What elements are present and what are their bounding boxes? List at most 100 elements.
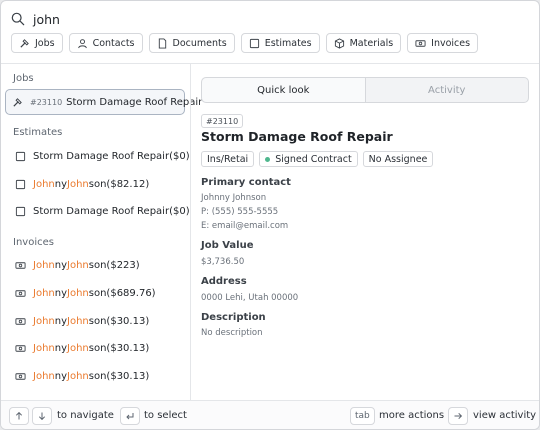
filter-materials[interactable]: Materials [325, 33, 402, 53]
match-highlight: John [33, 259, 55, 271]
filter-label: Estimates [264, 37, 312, 49]
command-palette: john Jobs Contacts Documents Estimates M… [0, 0, 540, 430]
filter-estimates[interactable]: Estimates [240, 33, 320, 53]
enter-icon [126, 413, 134, 420]
key-right [448, 407, 468, 425]
job-tags: Ins/Retai Signed Contract No Assignee [201, 151, 434, 167]
invoice-label: ny [54, 370, 68, 382]
bill-icon [15, 317, 26, 325]
contact-phone[interactable]: P: (555) 555-5555 [201, 207, 278, 217]
checkbox-icon [15, 206, 26, 216]
tag-assignee: No Assignee [362, 151, 434, 167]
results-list: Jobs #23110 Storm Damage Roof Repair Est… [1, 64, 202, 400]
tag-type: Ins/Retai [201, 151, 255, 167]
key-down [32, 407, 52, 425]
box-icon [334, 37, 344, 49]
key-enter [120, 407, 140, 425]
invoice-result[interactable]: John ny John son($30.13) [9, 337, 185, 359]
search-bar[interactable]: john [11, 9, 60, 29]
invoice-result[interactable]: John ny John son($689.76) [9, 282, 185, 304]
key-tab: tab [350, 407, 375, 425]
tag-label: Signed Contract [275, 153, 352, 165]
tab-quick-look[interactable]: Quick look [202, 78, 366, 102]
checkbox-icon [15, 179, 26, 189]
filter-label: Documents [172, 37, 227, 49]
hammer-icon [20, 38, 29, 48]
filter-label: Invoices [431, 37, 471, 49]
bill-icon [15, 261, 26, 269]
match-highlight: John [33, 342, 55, 354]
job-value: $3,736.50 [201, 257, 245, 267]
key-up [9, 407, 29, 425]
divider [190, 64, 191, 400]
tag-label: Ins/Retai [207, 153, 249, 165]
filter-jobs[interactable]: Jobs [11, 33, 63, 53]
select-hint: to select [144, 410, 187, 421]
detail-title: Storm Damage Roof Repair [201, 129, 393, 144]
invoice-label: ny [54, 342, 68, 354]
checkbox-icon [15, 151, 26, 161]
filter-label: Contacts [92, 37, 135, 49]
description-value: No description [201, 328, 263, 338]
detail-tabs: Quick look Activity [201, 77, 529, 103]
invoice-label: son($223) [88, 259, 140, 271]
filter-bar: Jobs Contacts Documents Estimates Materi… [11, 33, 479, 53]
estimate-result[interactable]: Storm Damage Roof Repair($0) [9, 145, 190, 167]
checkbox-icon [249, 38, 259, 48]
invoice-label: ny [54, 259, 68, 271]
arrow-right-icon [454, 412, 463, 420]
match-highlight: John [67, 287, 89, 299]
tag-label: No Assignee [368, 153, 428, 165]
bill-icon [15, 289, 26, 297]
primary-contact-label: Primary contact [201, 177, 291, 188]
search-icon [11, 12, 25, 26]
invoice-label: son($30.13) [88, 342, 150, 354]
job-title: Storm Damage Roof Repair [66, 96, 203, 108]
estimate-label: ny [54, 178, 68, 190]
invoice-result[interactable]: John ny John son($223) [9, 254, 185, 276]
job-value-label: Job Value [201, 240, 254, 251]
address-label: Address [201, 276, 247, 287]
estimate-label: Storm Damage Roof Repair($0) [33, 205, 190, 217]
arrow-down-icon [38, 412, 46, 421]
section-heading-invoices: Invoices [13, 237, 54, 248]
status-dot [265, 156, 271, 162]
match-highlight: John [33, 178, 55, 190]
navigate-hint: to navigate [57, 410, 114, 421]
match-highlight: John [67, 178, 89, 190]
filter-label: Materials [349, 37, 394, 49]
contact-email[interactable]: E: email@email.com [201, 221, 288, 231]
estimate-result[interactable]: John ny John son($82.12) [9, 173, 185, 195]
filter-documents[interactable]: Documents [148, 33, 235, 53]
invoice-label: ny [54, 315, 68, 327]
address-value: 0000 Lehi, Utah 00000 [201, 293, 299, 303]
filter-label: Jobs [35, 37, 55, 49]
hammer-icon [13, 97, 22, 107]
search-input[interactable]: john [33, 12, 60, 27]
match-highlight: John [67, 370, 89, 382]
invoice-result[interactable]: John ny John son($30.13) [9, 310, 185, 332]
estimate-label: son($82.12) [88, 178, 150, 190]
filter-invoices[interactable]: Invoices [407, 33, 479, 53]
estimate-result[interactable]: Storm Damage Roof Repair($0) [9, 200, 190, 222]
match-highlight: John [33, 370, 55, 382]
person-icon [77, 38, 87, 48]
match-highlight: John [67, 315, 89, 327]
section-heading-jobs: Jobs [13, 73, 34, 84]
invoice-label: son($30.13) [88, 370, 150, 382]
bill-icon [15, 372, 26, 380]
match-highlight: John [33, 315, 55, 327]
shortcut-footer: to navigate to select tab more actions v… [1, 400, 539, 429]
more-actions-hint: more actions [379, 410, 445, 421]
invoice-result[interactable]: John ny John son($30.13) [9, 365, 185, 387]
bill-icon [415, 39, 426, 47]
invoice-label: ny [54, 287, 68, 299]
bill-icon [15, 344, 26, 352]
invoice-label: son($689.76) [88, 287, 156, 299]
tab-activity[interactable]: Activity [366, 78, 529, 102]
job-result-selected[interactable]: #23110 Storm Damage Roof Repair [5, 89, 202, 115]
filter-contacts[interactable]: Contacts [68, 33, 143, 53]
match-highlight: John [33, 287, 55, 299]
section-heading-estimates: Estimates [13, 127, 63, 138]
estimate-label: Storm Damage Roof Repair($0) [33, 150, 190, 162]
